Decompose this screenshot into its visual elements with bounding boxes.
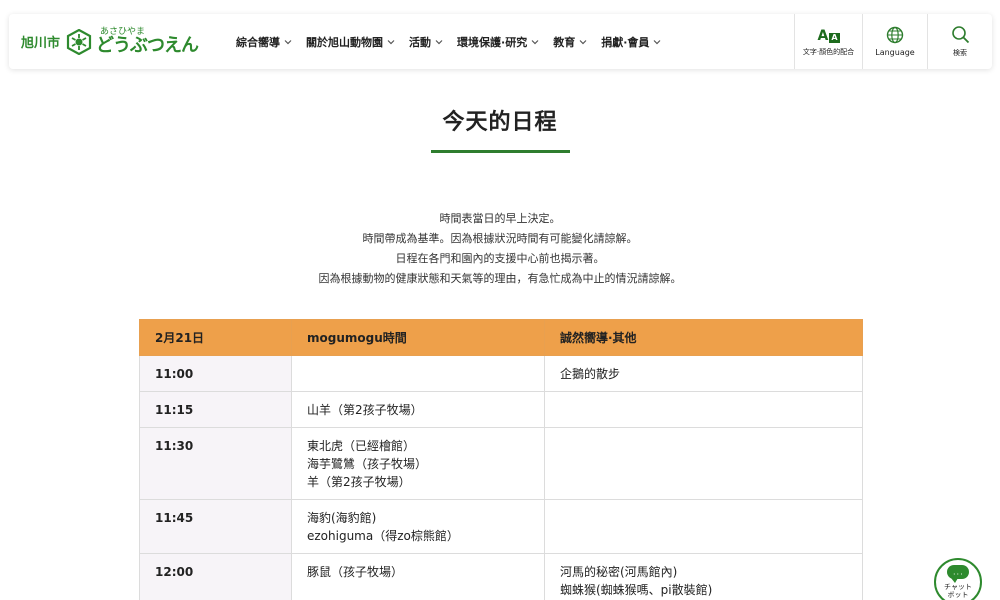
table-header-row: 2月21日 mogumogu時間 誠然嚮導·其他 bbox=[139, 319, 863, 356]
event-item: 羊（第2孩子牧場） bbox=[307, 475, 411, 489]
text-color-button[interactable]: AA 文字·顏色的配合 bbox=[794, 14, 862, 69]
chatbot-label: チャット ボット bbox=[944, 583, 972, 599]
other-cell bbox=[544, 391, 863, 428]
title-underline bbox=[431, 150, 570, 153]
note-line: 日程在各門和園內的支援中心前也揭示著。 bbox=[395, 252, 605, 265]
nav-item-events[interactable]: 活動 bbox=[409, 34, 443, 50]
other-cell bbox=[544, 499, 863, 554]
mogumogu-cell: 豚鼠（孩子牧場） bbox=[291, 553, 545, 600]
time-cell: 11:45 bbox=[139, 499, 292, 554]
nav-item-about[interactable]: 關於旭山動物園 bbox=[306, 34, 395, 50]
nav-item-guide[interactable]: 綜合嚮導 bbox=[236, 34, 292, 50]
time-cell: 11:00 bbox=[139, 355, 292, 392]
other-cell: 企鵝的散步 bbox=[544, 355, 863, 392]
note-line: 因為根據動物的健康狀態和天氣等的理由，有急忙成為中止的情況請諒解。 bbox=[318, 272, 682, 285]
table-row: 11:15 山羊（第2孩子牧場） bbox=[139, 391, 863, 428]
header-mogumogu: mogumogu時間 bbox=[291, 319, 545, 356]
schedule-table: 2月21日 mogumogu時間 誠然嚮導·其他 11:00 企鵝的散步 11:… bbox=[139, 319, 863, 600]
header-other: 誠然嚮導·其他 bbox=[544, 319, 863, 356]
event-item: 海芋鷺鷥（孩子牧場） bbox=[307, 457, 428, 471]
search-label: 検索 bbox=[953, 49, 967, 57]
site-header: 旭川市 あさひやま どうぶつえん 綜合嚮導 關於旭山動物園 活動 環境保護·研究 bbox=[9, 14, 992, 69]
site-logo[interactable]: 旭川市 あさひやま どうぶつえん bbox=[21, 14, 199, 69]
event-item: 蜘蛛猴(蜘蛛猴嗎、pi散裝館) bbox=[560, 583, 713, 597]
page-title: 今天的日程 bbox=[442, 110, 558, 135]
chevron-down-icon bbox=[531, 39, 539, 44]
logo-city-name: 旭川市 bbox=[21, 36, 61, 51]
main-nav: 綜合嚮導 關於旭山動物園 活動 環境保護·研究 教育 捐獻·會員 bbox=[236, 34, 675, 50]
note-line: 時間表當日的早上決定。 bbox=[439, 212, 561, 225]
schedule-notes: 時間表當日的早上決定。 時間帶成為基準。因為根據狀況時間有可能變化請諒解。 日程… bbox=[0, 209, 1000, 289]
mogumogu-cell: 海豹(海豹館) ezohiguma（得zo棕熊館） bbox=[291, 499, 545, 554]
text-size-icon: AA bbox=[817, 27, 840, 44]
time-cell: 11:15 bbox=[139, 391, 292, 428]
event-item: 豚鼠（孩子牧場） bbox=[307, 565, 404, 579]
language-label: Language bbox=[875, 48, 915, 57]
event-item: 山羊（第2孩子牧場） bbox=[307, 403, 423, 417]
search-button[interactable]: 検索 bbox=[927, 14, 992, 69]
nav-item-label: 捐獻·會員 bbox=[601, 35, 650, 49]
chatbot-button[interactable]: ··· チャット ボット bbox=[934, 558, 982, 600]
chatbot-label-line2: ボット bbox=[947, 591, 969, 599]
globe-icon bbox=[886, 26, 904, 44]
other-cell: 河馬的秘密(河馬館內) 蜘蛛猴(蜘蛛猴嗎、pi散裝館) bbox=[544, 553, 863, 600]
nav-item-education[interactable]: 教育 bbox=[553, 34, 587, 50]
event-item: 海豹(海豹館) bbox=[307, 511, 377, 525]
nav-item-label: 環境保護·研究 bbox=[457, 35, 528, 49]
table-row: 11:45 海豹(海豹館) ezohiguma（得zo棕熊館） bbox=[139, 499, 863, 554]
header-tools: AA 文字·顏色的配合 Language 検索 bbox=[794, 14, 992, 69]
chevron-down-icon bbox=[579, 39, 587, 44]
table-row: 12:00 豚鼠（孩子牧場） 河馬的秘密(河馬館內) 蜘蛛猴(蜘蛛猴嗎、pi散裝… bbox=[139, 553, 863, 600]
note-line: 時間帶成為基準。因為根據狀況時間有可能變化請諒解。 bbox=[362, 232, 638, 245]
time-cell: 11:30 bbox=[139, 427, 292, 500]
event-item: 河馬的秘密(河馬館內) bbox=[560, 565, 678, 579]
nav-item-label: 關於旭山動物園 bbox=[306, 35, 384, 49]
search-icon bbox=[951, 26, 969, 44]
nav-item-label: 綜合嚮導 bbox=[236, 35, 281, 49]
other-cell bbox=[544, 427, 863, 500]
table-row: 11:30 東北虎（已經檜館） 海芋鷺鷥（孩子牧場） 羊（第2孩子牧場） bbox=[139, 427, 863, 500]
nav-item-donation[interactable]: 捐獻·會員 bbox=[601, 34, 661, 50]
header-date: 2月21日 bbox=[139, 319, 292, 356]
nav-item-conservation[interactable]: 環境保護·研究 bbox=[457, 34, 539, 50]
chevron-down-icon bbox=[653, 39, 661, 44]
zoo-logo-icon bbox=[66, 28, 92, 55]
mogumogu-cell: 東北虎（已經檜館） 海芋鷺鷥（孩子牧場） 羊（第2孩子牧場） bbox=[291, 427, 545, 500]
table-row: 11:00 企鵝的散步 bbox=[139, 355, 863, 392]
mogumogu-cell bbox=[291, 355, 545, 392]
text-color-label: 文字·顏色的配合 bbox=[802, 47, 855, 56]
logo-wordmark: あさひやま どうぶつえん bbox=[96, 28, 199, 56]
logo-title: どうぶつえん bbox=[96, 35, 199, 56]
event-item: 東北虎（已經檜館） bbox=[307, 439, 416, 453]
event-item: 企鵝的散步 bbox=[560, 367, 621, 381]
chatbot-label-line1: チャット bbox=[944, 583, 972, 591]
chevron-down-icon bbox=[284, 39, 292, 44]
event-item: ezohiguma（得zo棕熊館） bbox=[307, 529, 459, 543]
time-cell: 12:00 bbox=[139, 553, 292, 600]
chevron-down-icon bbox=[435, 39, 443, 44]
chevron-down-icon bbox=[387, 39, 395, 44]
nav-item-label: 活動 bbox=[409, 35, 432, 49]
nav-item-label: 教育 bbox=[553, 35, 576, 49]
mogumogu-cell: 山羊（第2孩子牧場） bbox=[291, 391, 545, 428]
language-button[interactable]: Language bbox=[862, 14, 927, 69]
